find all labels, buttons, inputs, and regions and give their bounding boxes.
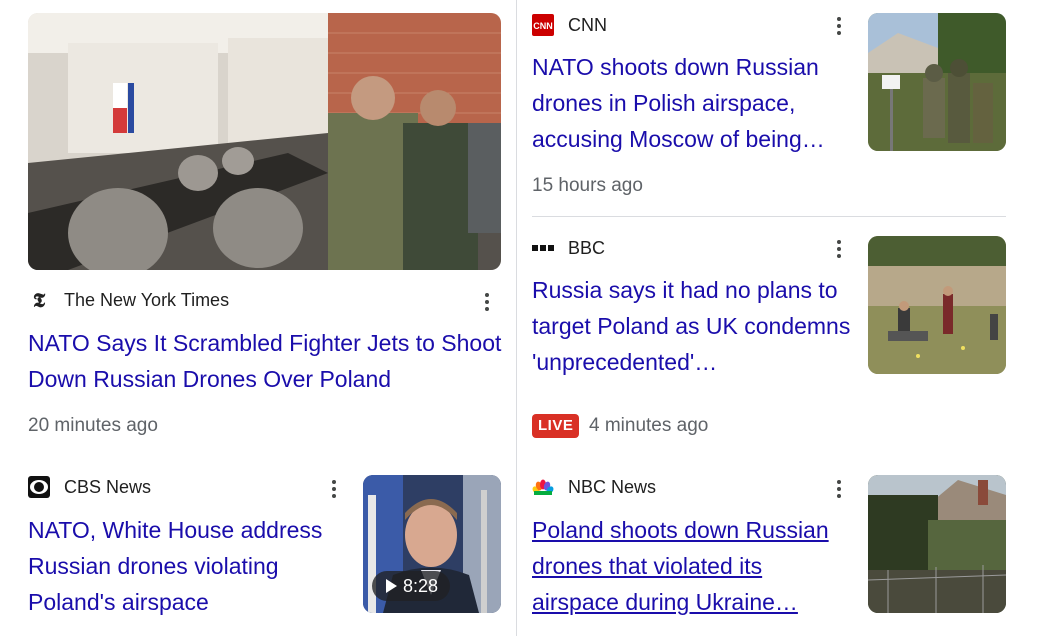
story-divider [532,216,1006,217]
story-2-source[interactable]: CNN CNN [532,13,607,37]
bbc-logo-icon [532,237,554,259]
story-5-headline[interactable]: Poland shoots down Russian drones that v… [532,512,850,620]
story-1-source[interactable]: 𝕿 The New York Times [28,288,229,312]
story-3-headline[interactable]: Russia says it had no plans to target Po… [532,272,854,380]
more-options-icon[interactable] [827,12,851,40]
source-name: The New York Times [64,289,230,310]
video-duration-badge[interactable]: 8:28 [372,571,451,601]
story-2-thumbnail[interactable] [868,13,1006,151]
more-options-icon[interactable] [827,235,851,263]
play-icon [386,579,397,593]
story-3-thumbnail[interactable] [868,236,1006,374]
story-5-thumbnail[interactable] [868,475,1006,613]
more-options-icon[interactable] [827,475,851,503]
source-name: CBS News [64,476,152,497]
nyt-logo-icon: 𝕿 [28,289,50,311]
story-5-source[interactable]: NBC News [532,475,656,499]
source-name: BBC [568,237,606,258]
story-4-source[interactable]: CBS News [28,475,151,499]
more-options-icon[interactable] [322,475,346,503]
cbs-eye-logo-icon [28,476,50,498]
video-duration: 8:28 [403,576,439,596]
story-4-headline[interactable]: NATO, White House address Russian drones… [28,512,348,620]
story-1-thumbnail[interactable] [28,13,501,270]
story-2-time: 15 hours ago [532,175,643,196]
live-badge: LIVE [532,414,580,438]
column-divider [516,0,517,636]
source-name: NBC News [568,476,657,497]
story-1-headline[interactable]: NATO Says It Scrambled Fighter Jets to S… [28,325,508,397]
story-1-time: 20 minutes ago [28,415,158,436]
story-3-source[interactable]: BBC [532,236,605,260]
story-3-time: 4 minutes ago [589,415,709,436]
story-2-headline[interactable]: NATO shoots down Russian drones in Polis… [532,49,852,157]
svg-text:𝕿: 𝕿 [33,289,46,311]
cnn-logo-icon: CNN [532,14,554,36]
svg-text:CNN: CNN [533,21,553,31]
source-name: CNN [568,14,607,35]
more-options-icon[interactable] [475,288,499,316]
nbc-peacock-logo-icon [532,476,554,498]
